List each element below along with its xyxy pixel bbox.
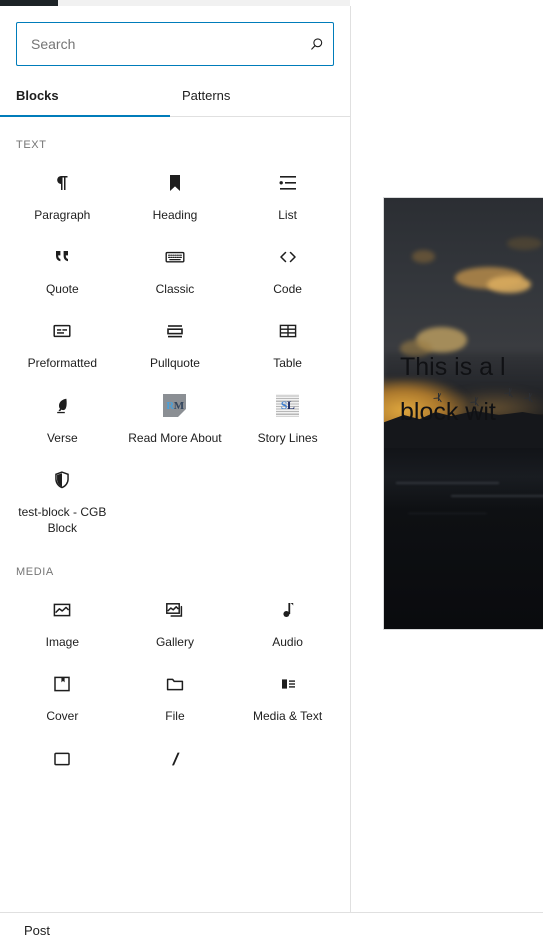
block-item-gallery[interactable]: Gallery (119, 584, 232, 658)
block-item-partial-1[interactable] (6, 733, 119, 791)
block-label: Read More About (128, 430, 222, 445)
block-label: Code (273, 282, 302, 297)
story-lines-icon: SL (276, 394, 300, 418)
classic-keyboard-icon (163, 245, 187, 269)
block-grid-media: Image Gallery Audio Cover File Media & T… (6, 584, 344, 790)
cover-text-line-2: block wit (400, 397, 496, 426)
block-label: Verse (46, 430, 78, 445)
partial-block-icon-2 (163, 747, 187, 771)
read-more-icon-letter-1: R (166, 399, 174, 412)
block-item-audio[interactable]: Audio (231, 584, 344, 658)
list-icon (276, 171, 300, 195)
block-label: Audio (272, 635, 303, 650)
block-item-partial-2[interactable] (119, 733, 232, 791)
block-label: Paragraph (34, 208, 91, 222)
block-label: File (165, 709, 185, 724)
search-input[interactable] (17, 23, 299, 65)
water-highlight (395, 482, 499, 484)
water-highlight (407, 512, 487, 515)
editor-canvas: This is a l block wit (351, 6, 543, 912)
block-list: TEXT Paragraph Heading List Quote Classi… (0, 117, 350, 791)
block-label: Preformatted (27, 356, 97, 371)
block-item-image[interactable]: Image (6, 584, 119, 658)
block-label: Image (45, 635, 79, 650)
paragraph-icon (50, 171, 74, 195)
verse-quill-icon (50, 394, 74, 418)
block-grid-text: Paragraph Heading List Quote Classic Cod… (6, 157, 344, 544)
block-label: Quote (45, 282, 79, 297)
editor-screen: Blocks Patterns TEXT Paragraph (0, 0, 543, 951)
block-label: Cover (46, 709, 79, 724)
image-icon (50, 598, 74, 622)
block-label: Table (273, 356, 302, 371)
read-more-icon-letter-2: M (173, 399, 184, 412)
code-icon (276, 245, 300, 269)
block-item-preformatted[interactable]: Preformatted (6, 305, 119, 379)
search-container (0, 6, 350, 66)
block-item-pullquote[interactable]: Pullquote (119, 305, 232, 379)
file-folder-icon (163, 672, 187, 696)
preformatted-icon (50, 319, 74, 343)
cover-text-line-1: This is a l (400, 353, 506, 381)
block-label: Classic (155, 282, 195, 297)
block-label: test-block - CGB Block (18, 504, 107, 535)
section-title-text: TEXT (16, 139, 47, 151)
section-title-media: MEDIA (16, 566, 54, 579)
block-label: Story Lines (257, 430, 318, 445)
block-label: Pullquote (149, 356, 200, 371)
block-inserter-panel: Blocks Patterns TEXT Paragraph (0, 6, 351, 912)
water-layer (384, 447, 543, 629)
pullquote-icon (163, 319, 187, 343)
block-item-heading[interactable]: Heading (119, 157, 232, 231)
tab-patterns[interactable]: Patterns (170, 80, 350, 116)
block-item-file[interactable]: File (119, 658, 232, 732)
inserter-tabs: Blocks Patterns (0, 80, 350, 117)
tab-blocks[interactable]: Blocks (0, 80, 170, 116)
shield-icon (51, 468, 73, 492)
block-item-classic[interactable]: Classic (119, 231, 232, 305)
cover-block-text[interactable]: This is a l block wit (400, 348, 543, 432)
block-item-partial-3[interactable] (231, 733, 344, 791)
block-item-list[interactable]: List (231, 157, 344, 231)
cloud-highlight (411, 249, 436, 263)
media-and-text-icon (276, 672, 300, 696)
block-item-paragraph[interactable]: Paragraph (6, 157, 119, 231)
block-label: List (278, 208, 297, 222)
status-bar: Post (0, 912, 543, 951)
search-box[interactable] (16, 22, 334, 66)
search-icon (299, 36, 333, 53)
block-item-verse[interactable]: Verse (6, 380, 119, 454)
read-more-about-icon: RM (163, 394, 187, 418)
cloud-highlight (506, 236, 543, 250)
cloud-highlight (486, 275, 531, 293)
table-icon (276, 319, 300, 343)
block-item-table[interactable]: Table (231, 305, 344, 379)
block-item-test-block-cgb[interactable]: test-block - CGB Block (6, 454, 119, 544)
quote-icon (50, 245, 74, 269)
block-label: Media & Text (253, 709, 323, 724)
block-item-read-more-about[interactable]: RM Read More About (119, 380, 232, 454)
block-item-code[interactable]: Code (231, 231, 344, 305)
block-label: Heading (152, 208, 198, 222)
story-lines-icon-letter-2: L (286, 398, 295, 413)
heading-icon (163, 171, 187, 195)
block-item-story-lines[interactable]: SL Story Lines (231, 380, 344, 454)
water-highlight (451, 495, 543, 497)
audio-note-icon (276, 598, 300, 622)
block-item-media-and-text[interactable]: Media & Text (231, 658, 344, 732)
gallery-icon (163, 598, 187, 622)
cover-block[interactable]: This is a l block wit (383, 197, 543, 630)
block-label: Gallery (155, 635, 194, 650)
status-bar-label: Post (24, 923, 51, 938)
cover-icon (50, 672, 74, 696)
block-item-cover[interactable]: Cover (6, 658, 119, 732)
block-item-quote[interactable]: Quote (6, 231, 119, 305)
partial-block-icon-1 (50, 747, 74, 771)
